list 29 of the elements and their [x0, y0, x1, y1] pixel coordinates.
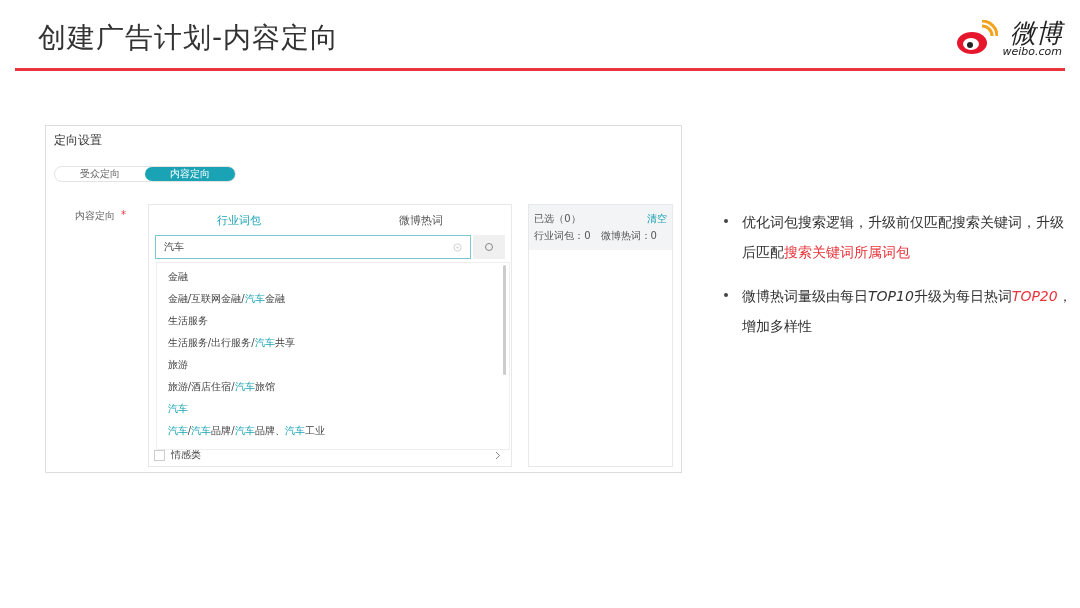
suggestion-item[interactable]: 金融 — [167, 266, 489, 288]
scrollbar[interactable] — [502, 265, 506, 375]
word-tab[interactable]: 微博热词 — [330, 212, 512, 228]
chevron-right-icon[interactable] — [495, 450, 502, 460]
suggestion-item[interactable]: 生活服务/出行服务/汽车共享 — [167, 332, 489, 354]
suggestion-item[interactable]: 旅游/酒店住宿/汽车旅馆 — [167, 376, 489, 398]
suggestion-item[interactable]: 旅游 — [167, 354, 489, 376]
selected-title: 已选（0） — [534, 212, 581, 226]
search-field[interactable]: 汽车 — [154, 235, 472, 259]
bullet-text: 微博热词量级由每日TOP10升级为每日热词TOP20，增加多样性 — [742, 287, 1073, 336]
suggestion-item[interactable]: 金融/互联网金融/汽车金融 — [167, 288, 489, 310]
card-title: 定向设置 — [54, 132, 103, 149]
bullet-dot — [724, 293, 728, 297]
suggestion-item[interactable]: 生活服务 — [167, 310, 489, 332]
required-mark: * — [121, 209, 126, 222]
eye-logo-icon — [956, 20, 999, 56]
search-button[interactable] — [473, 235, 506, 259]
bullet-text: 优化词包搜索逻辑，升级前仅匹配搜索关键词，升级后匹配搜索关键词所属词包 — [742, 213, 1065, 262]
checkbox[interactable] — [153, 449, 165, 461]
search-icon — [484, 242, 495, 252]
suggestion-item[interactable]: 汽车/汽车品牌/汽车品牌、汽车工业 — [167, 420, 489, 442]
clear-icon[interactable] — [453, 242, 463, 252]
selected-counts: 行业词包：0 微博热词：0 — [534, 229, 658, 243]
category-label[interactable]: 情感类 — [170, 448, 201, 462]
field-label: 内容定向 — [75, 209, 115, 223]
logo-domain: weibo.com — [1002, 45, 1062, 57]
bullet-dot — [724, 219, 728, 223]
mode-tab[interactable]: 受众定向 — [55, 167, 145, 181]
slide-title: 创建广告计划-内容定向 — [38, 20, 340, 56]
